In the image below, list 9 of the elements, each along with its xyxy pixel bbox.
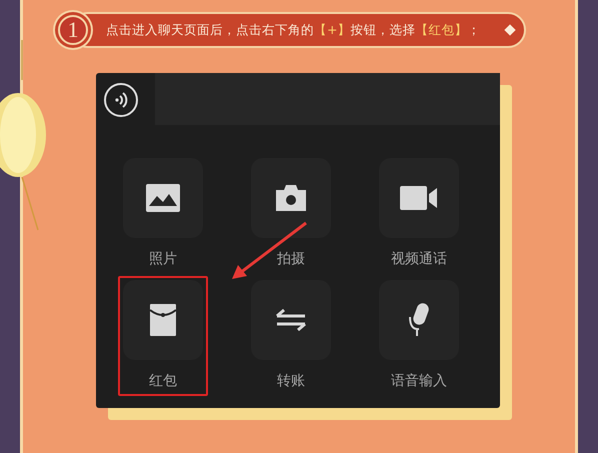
video-camera-icon [400,186,438,210]
input-field[interactable] [155,73,500,125]
image-icon [146,184,180,212]
voice-icon[interactable] [103,82,139,118]
camera-icon [274,184,308,212]
menu-item[interactable]: 红包 [118,276,208,396]
step-instruction: 点击进入聊天页面后，点击右下角的【+】按钮，选择【红包】； [106,22,480,38]
envelope-icon [150,304,176,336]
transfer-arrows-icon [275,308,307,332]
